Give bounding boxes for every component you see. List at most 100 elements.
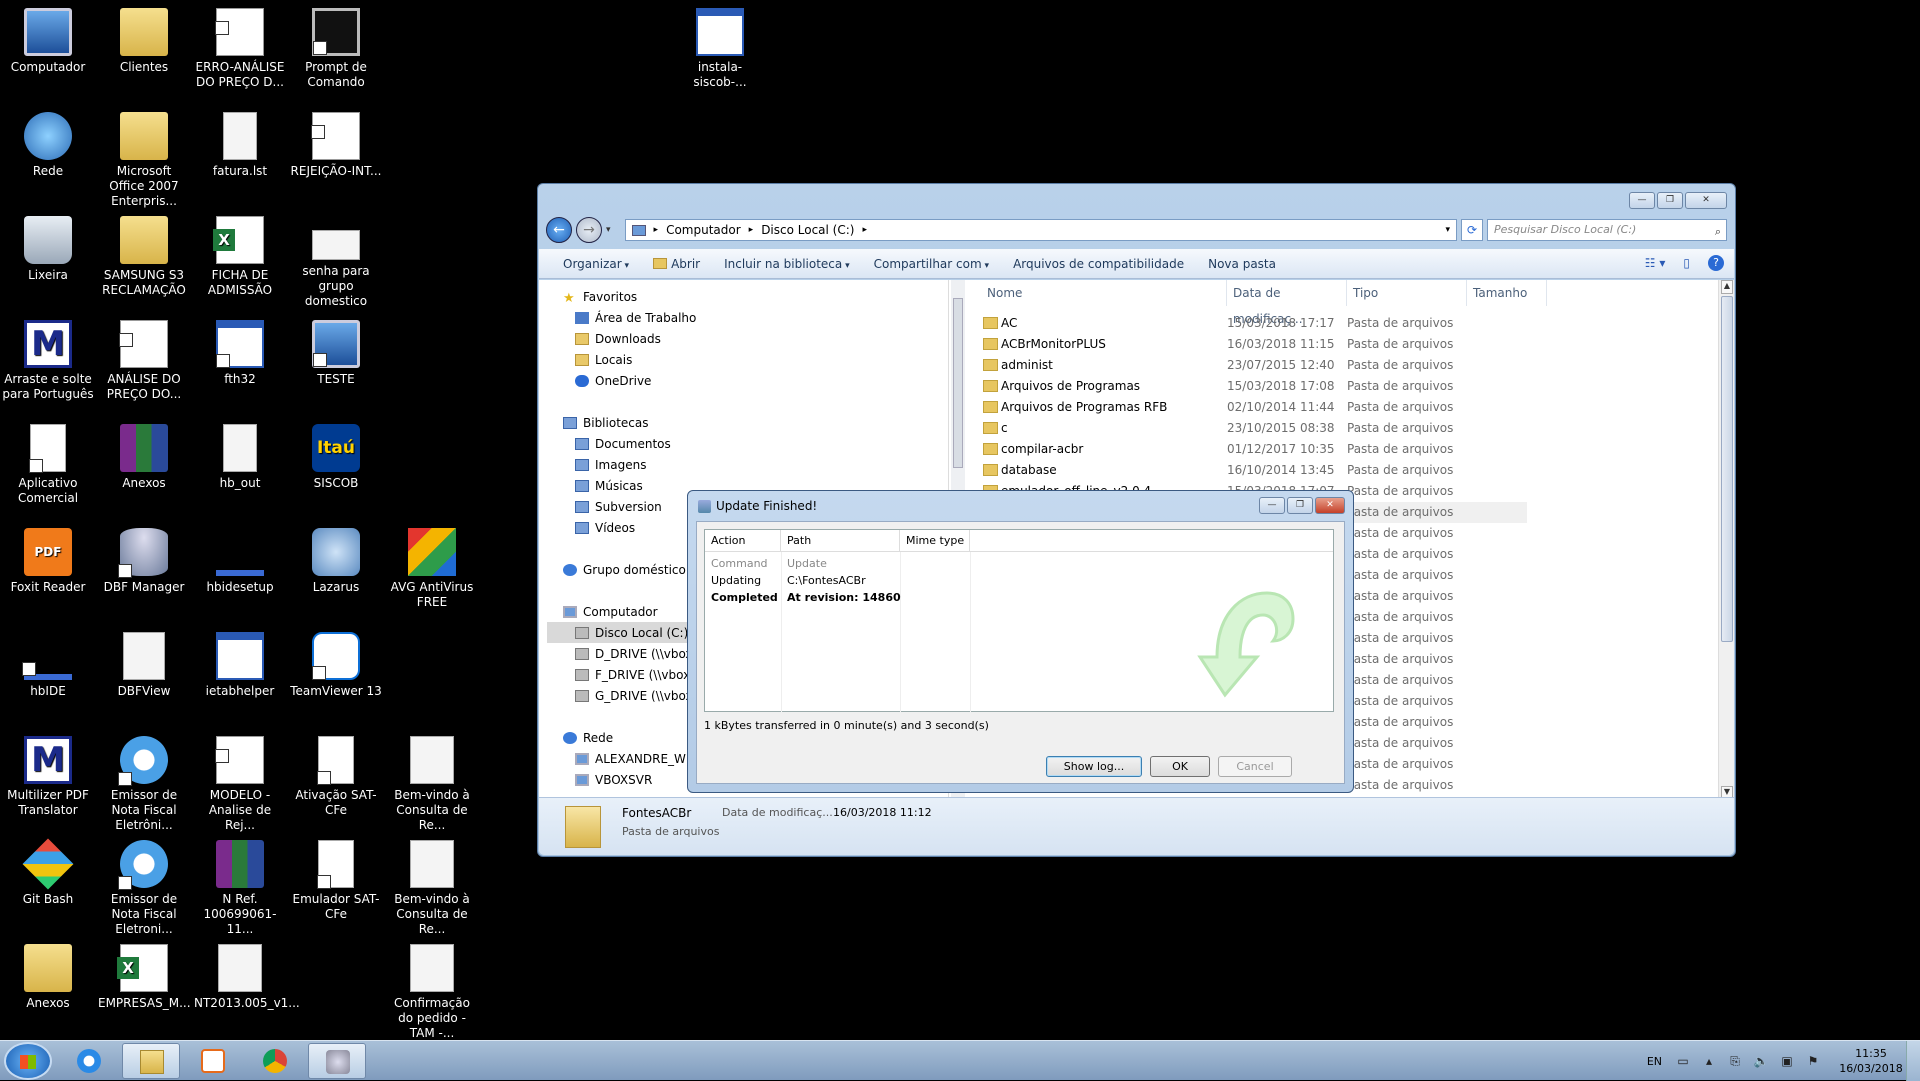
nav-item-alexandre-win[interactable]: ALEXANDRE_WIN (575, 752, 698, 766)
nav-item-videos[interactable]: Vídeos (575, 521, 635, 535)
file-row[interactable]: Pasta de arquivos (1337, 607, 1527, 628)
recent-pages-dropdown-icon[interactable]: ▾ (606, 225, 611, 235)
column-header-name[interactable]: Nome (967, 280, 1227, 306)
file-row[interactable]: Pasta de arquivos (1337, 733, 1527, 754)
file-row[interactable]: Pasta de arquivos (1337, 670, 1527, 691)
back-button[interactable]: ← (546, 217, 572, 243)
file-row[interactable]: Pasta de arquivos (1337, 775, 1527, 796)
address-bar[interactable]: ▸ Computador ▸ Disco Local (C:) ▸ ▾ (624, 219, 1457, 241)
close-button[interactable]: ✕ (1685, 192, 1727, 209)
file-row[interactable]: Pasta de arquivos (1337, 565, 1527, 586)
file-row[interactable]: Pasta de arquivos (1337, 586, 1527, 607)
clock[interactable]: 11:35 16/03/2018 (1836, 1046, 1906, 1076)
update-log-list[interactable]: Action Path Mime type Command Update Upd… (704, 529, 1334, 712)
usb-device-icon[interactable]: ⎘ (1727, 1054, 1743, 1068)
desktop-icon-emissor-2[interactable]: Emissor de Nota Fiscal Eletroni... (96, 832, 192, 937)
desktop-icon-bem-vindo-1[interactable]: Bem-vindo à Consulta de Re... (384, 728, 480, 833)
desktop-icon-anexos-rar[interactable]: Anexos (96, 416, 192, 491)
desktop-icon-nt2013[interactable]: NT2013.005_v1... (192, 936, 300, 1011)
desktop-icon-instala-siscob[interactable]: instala-siscob-... (672, 0, 768, 90)
taskbar-tortoisesvn[interactable] (308, 1043, 366, 1079)
file-row[interactable]: AC 15/03/2018 17:17 Pasta de arquivos (967, 313, 1567, 334)
desktop-icon-ativacao-sat[interactable]: Ativação SAT-CFe (288, 728, 384, 818)
file-row[interactable]: Pasta de arquivos (1337, 649, 1527, 670)
desktop-icon-anexos-folder[interactable]: Anexos (0, 936, 96, 1011)
nav-network[interactable]: Rede (563, 731, 613, 745)
desktop-icon-multilizer[interactable]: M Multilizer PDF Translator (0, 728, 96, 818)
desktop-icon-samsung[interactable]: SAMSUNG S3 RECLAMAÇÃO (96, 208, 192, 298)
nav-favorites[interactable]: ★ Favoritos (563, 290, 637, 306)
file-row[interactable]: Pasta de arquivos (1337, 523, 1527, 544)
nav-item-onedrive[interactable]: OneDrive (575, 374, 651, 388)
include-in-library-menu[interactable]: Incluir na biblioteca (712, 257, 862, 271)
change-view-icon[interactable]: ☷ ▾ (1645, 256, 1666, 270)
dialog-minimize-button[interactable]: — (1259, 497, 1285, 514)
share-with-menu[interactable]: Compartilhar com (862, 257, 1001, 271)
keyboard-icon[interactable]: ▭ (1675, 1054, 1691, 1068)
desktop-icon-hbide[interactable]: hbIDE (0, 624, 96, 699)
desktop-icon-emulador-sat[interactable]: Emulador SAT-CFe (288, 832, 384, 922)
preview-pane-icon[interactable]: ▯ (1683, 256, 1690, 270)
column-header-size[interactable]: Tamanho (1467, 280, 1547, 306)
desktop-icon-computer[interactable]: Computador (0, 0, 96, 75)
desktop-icon-foxit[interactable]: PDF Foxit Reader (0, 520, 96, 595)
file-row[interactable]: compilar-acbr 01/12/2017 10:35 Pasta de ar… (967, 439, 1567, 460)
action-center-icon[interactable]: ⚑ (1805, 1054, 1821, 1068)
desktop-icon-modelo[interactable]: MODELO - Analise de Rej... (192, 728, 288, 833)
file-row[interactable]: Pasta de arquivos (1337, 544, 1527, 565)
organize-menu[interactable]: Organizar (551, 257, 641, 271)
nav-libraries[interactable]: Bibliotecas (563, 416, 648, 430)
file-row[interactable]: Pasta de arquivos (1337, 628, 1527, 649)
scroll-up-icon[interactable]: ▲ (1721, 280, 1733, 294)
breadcrumb-computer[interactable]: Computador (666, 223, 741, 237)
desktop-icon-ietabhelper[interactable]: ietabhelper (192, 624, 288, 699)
language-indicator[interactable]: EN (1647, 1055, 1662, 1068)
nav-item-locais[interactable]: Locais (575, 353, 632, 367)
show-desktop-button[interactable] (1906, 1041, 1920, 1081)
file-row[interactable]: database 16/10/2014 13:45 Pasta de arquivo… (967, 460, 1567, 481)
column-header-mime[interactable]: Mime type (900, 530, 970, 552)
nav-item-vboxsvr[interactable]: VBOXSVR (575, 773, 652, 787)
desktop-icon-rejeicao[interactable]: REJEIÇÃO-INT... (288, 104, 384, 179)
nav-computer[interactable]: Computador (563, 605, 658, 619)
column-header-path[interactable]: Path (781, 530, 900, 552)
nav-item-subversion[interactable]: Subversion (575, 500, 662, 514)
desktop-icon-fth32[interactable]: fth32 (192, 312, 288, 387)
desktop-icon-bem-vindo-2[interactable]: Bem-vindo à Consulta de Re... (384, 832, 480, 937)
column-header-type[interactable]: Tipo (1347, 280, 1467, 306)
file-row[interactable]: Pasta de arquivos (1337, 502, 1527, 523)
desktop-icon-senha[interactable]: senha para grupo domestico (288, 208, 384, 309)
search-icon[interactable]: ⌕ (1715, 222, 1721, 242)
desktop-icon-analise[interactable]: ANÁLISE DO PREÇO DO... (96, 312, 192, 402)
nav-item-desktop[interactable]: Área de Trabalho (575, 311, 696, 325)
taskbar-ie[interactable] (60, 1043, 118, 1079)
file-row[interactable]: ACBrMonitorPLUS 16/03/2018 11:15 Pasta de … (967, 334, 1567, 355)
nav-item-imagens[interactable]: Imagens (575, 458, 646, 472)
ok-button[interactable]: OK (1150, 756, 1210, 777)
desktop-icon-multilizer-drag[interactable]: M Arraste e solte para Português (0, 312, 96, 402)
compatibility-files-button[interactable]: Arquivos de compatibilidade (1001, 257, 1196, 271)
address-dropdown-icon[interactable]: ▾ (1445, 225, 1450, 235)
refresh-button[interactable]: ⟳ (1461, 219, 1483, 241)
nav-item-musicas[interactable]: Músicas (575, 479, 643, 493)
file-row[interactable]: administ 23/07/2015 12:40 Pasta de arquivo… (967, 355, 1567, 376)
nav-item-documentos[interactable]: Documentos (575, 437, 671, 451)
scrollbar-thumb[interactable] (953, 298, 963, 468)
dialog-maximize-button[interactable]: ❐ (1287, 497, 1313, 514)
maximize-button[interactable]: ❐ (1657, 192, 1683, 209)
taskbar-explorer[interactable] (122, 1043, 180, 1079)
nav-homegroup[interactable]: Grupo doméstico (563, 563, 686, 577)
desktop-icon-teamviewer[interactable]: TeamViewer 13 (288, 624, 384, 699)
volume-icon[interactable]: 🔈 (1753, 1054, 1769, 1068)
desktop-icon-confirmacao[interactable]: Confirmação do pedido - TAM -... (384, 936, 480, 1041)
nav-item-f-drive[interactable]: F_DRIVE (\\vboxs (575, 668, 696, 682)
desktop-icon-emissor-1[interactable]: Emissor de Nota Fiscal Eletrôni... (96, 728, 192, 833)
new-folder-button[interactable]: Nova pasta (1196, 257, 1288, 271)
column-header-action[interactable]: Action (705, 530, 781, 552)
file-row[interactable]: Pasta de arquivos (1337, 712, 1527, 733)
minimize-button[interactable]: — (1629, 192, 1655, 209)
desktop-icon-office[interactable]: Microsoft Office 2007 Enterpris... (96, 104, 192, 209)
desktop-icon-fatura[interactable]: fatura.lst (192, 104, 288, 179)
dialog-close-button[interactable]: ✕ (1315, 497, 1345, 514)
show-log-button[interactable]: Show log... (1046, 756, 1142, 777)
